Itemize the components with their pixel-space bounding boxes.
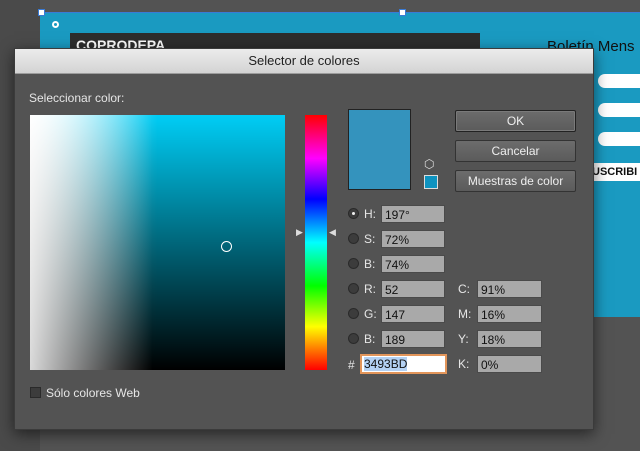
hue-slider-right-arrow-icon[interactable]: ◀ <box>329 227 336 237</box>
r-radio[interactable] <box>348 283 359 294</box>
s-radio[interactable] <box>348 233 359 244</box>
hex-label: # <box>348 358 355 372</box>
select-color-label: Seleccionar color: <box>29 91 125 105</box>
s-label: S: <box>364 232 376 246</box>
web-safe-color-swatch[interactable] <box>424 175 438 189</box>
current-color-swatch <box>348 109 411 190</box>
m-input[interactable]: 16% <box>477 305 542 323</box>
h-label: H: <box>364 207 376 221</box>
selection-handle[interactable] <box>399 9 406 16</box>
color-swatches-button[interactable]: Muestras de color <box>455 170 576 192</box>
hex-input[interactable]: 3493BD <box>360 354 447 374</box>
y-label: Y: <box>458 332 469 346</box>
b-hsb-label: B: <box>364 257 376 271</box>
g-input[interactable]: 147 <box>381 305 445 323</box>
g-radio[interactable] <box>348 308 359 319</box>
web-colors-only-checkbox[interactable] <box>30 387 41 398</box>
anchor-icon <box>52 21 59 28</box>
color-picker-dialog: Selector de colores Seleccionar color: ▶… <box>14 48 594 430</box>
document-input <box>598 103 640 117</box>
k-input[interactable]: 0% <box>477 355 542 373</box>
c-label: C: <box>458 282 470 296</box>
b-hsb-radio[interactable] <box>348 258 359 269</box>
r-label: R: <box>364 282 376 296</box>
m-label: M: <box>458 307 472 321</box>
r-input[interactable]: 52 <box>381 280 445 298</box>
b-hsb-input[interactable]: 74% <box>381 255 445 273</box>
k-label: K: <box>458 357 470 371</box>
h-input[interactable]: 197° <box>381 205 445 223</box>
b-rgb-input[interactable]: 189 <box>381 330 445 348</box>
s-input[interactable]: 72% <box>381 230 445 248</box>
b-rgb-radio[interactable] <box>348 333 359 344</box>
document-input <box>598 132 640 146</box>
color-field-marker[interactable] <box>221 241 232 252</box>
dialog-title: Selector de colores <box>15 49 593 74</box>
h-radio[interactable] <box>348 208 359 219</box>
selection-handle[interactable] <box>38 9 45 16</box>
b-rgb-label: B: <box>364 332 376 346</box>
g-label: G: <box>364 307 377 321</box>
hex-input-value: 3493BD <box>364 357 408 371</box>
color-field-gradient <box>30 115 285 370</box>
web-colors-only-label: Sólo colores Web <box>46 386 140 400</box>
document-subscribe-button: USCRIBI <box>592 163 640 181</box>
hue-slider-left-arrow-icon[interactable]: ▶ <box>296 227 303 237</box>
out-of-web-gamut-cube-icon[interactable]: ⬡ <box>424 157 434 171</box>
hue-slider[interactable] <box>305 115 327 370</box>
y-input[interactable]: 18% <box>477 330 542 348</box>
ok-button[interactable]: OK <box>455 110 576 132</box>
color-field[interactable] <box>30 115 285 370</box>
cancel-button[interactable]: Cancelar <box>455 140 576 162</box>
document-input <box>598 74 640 88</box>
c-input[interactable]: 91% <box>477 280 542 298</box>
